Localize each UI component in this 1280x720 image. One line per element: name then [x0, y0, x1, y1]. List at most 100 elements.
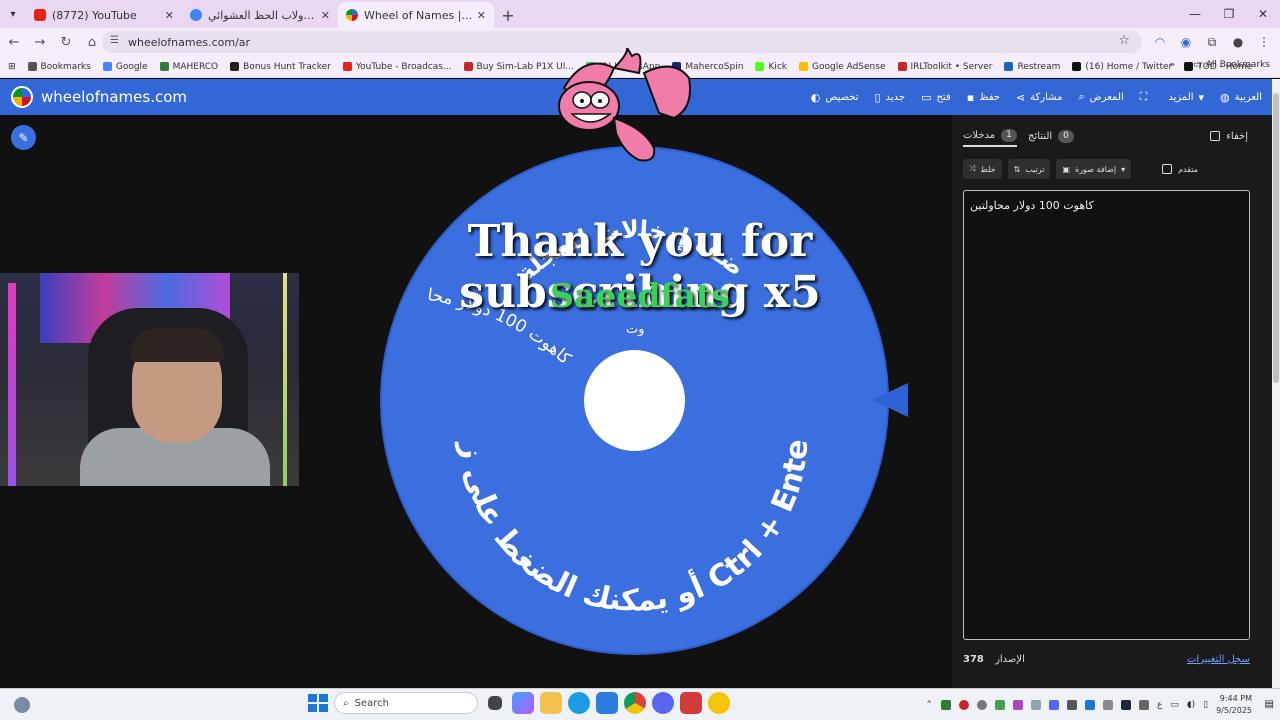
tab-google-search[interactable]: دولاب الحظ العشوائي - Search ✕ — [182, 2, 338, 28]
site-menu-item[interactable]: ▯ جديد — [875, 91, 906, 104]
sort-button[interactable]: ⇅ ترتيب — [1007, 159, 1051, 179]
reload-icon[interactable]: ↻ — [54, 30, 78, 54]
site-name[interactable]: wheelofnames.com — [41, 88, 187, 106]
puzzle-icon[interactable]: ⧉ — [1202, 30, 1222, 54]
bookmark-item[interactable]: Google AdSense — [799, 62, 886, 72]
advanced-toggle[interactable]: متقدم — [1162, 164, 1198, 174]
new-tab-button[interactable]: + — [494, 2, 522, 28]
entries-textarea[interactable]: كاهوت 100 دولار محاولتين — [963, 190, 1250, 640]
site-menu-item[interactable]: ⋖ مشاركة — [1016, 91, 1063, 104]
back-icon[interactable]: ← — [2, 30, 26, 54]
bluetooth-icon[interactable] — [1084, 700, 1095, 710]
green-tray-icon[interactable] — [994, 700, 1005, 710]
folder-tray-icon[interactable] — [1102, 700, 1113, 710]
site-menu-item[interactable]: ▪ حفظ — [967, 91, 1000, 104]
close-window-icon[interactable]: ✕ — [1246, 0, 1280, 28]
start-button[interactable] — [306, 692, 328, 714]
shuffle-button[interactable]: ⤨ خلط — [963, 159, 1002, 179]
nvidia-icon[interactable] — [940, 700, 951, 710]
bookmark-item[interactable]: Google — [102, 62, 148, 72]
wifi-tray-icon[interactable] — [1030, 700, 1041, 710]
hide-checkbox[interactable] — [1210, 131, 1221, 141]
discord-tray-icon[interactable] — [1048, 700, 1059, 710]
audio-icon[interactable]: ◉ — [1176, 30, 1196, 54]
bookmark-label: (16) Home / Twitter — [1085, 61, 1173, 72]
bookmark-item[interactable]: YouTube - Broadcas... — [342, 62, 452, 72]
panel-footer: 378 الإصدار سجل التغييرات — [963, 651, 1250, 667]
bookmark-item[interactable]: IRLToolkit • Server — [897, 62, 992, 72]
steam-icon[interactable] — [1120, 700, 1131, 710]
yellow-app-icon[interactable] — [708, 692, 730, 714]
bookmark-label: Google AdSense — [812, 61, 886, 72]
avatar[interactable]: ● — [1228, 30, 1248, 54]
tab-search-menu-icon[interactable]: ▾ — [0, 0, 26, 28]
app-tray-icon[interactable] — [976, 700, 987, 710]
network-tray-icon[interactable] — [1066, 700, 1077, 710]
tab-wheel-of-names[interactable]: Wheel of Names | دولاب الاسم العشوائي ✕ — [338, 2, 494, 28]
advanced-checkbox[interactable] — [1162, 164, 1173, 174]
file-explorer-icon[interactable] — [540, 692, 562, 714]
bookmark-item[interactable]: (16) Home / Twitter — [1072, 62, 1172, 72]
network-icon[interactable]: ▭ — [1170, 700, 1179, 710]
store-icon[interactable] — [596, 692, 618, 714]
close-icon[interactable]: ✕ — [165, 9, 174, 22]
cartoon-character — [558, 48, 691, 162]
tab-entries[interactable]: مدخلات 1 — [963, 125, 1017, 147]
tab-title: Wheel of Names | دولاب الاسم العشوائي — [364, 8, 473, 22]
discord-icon[interactable] — [652, 692, 674, 714]
language-indicator[interactable]: ع — [1157, 700, 1162, 710]
tab-results[interactable]: النتائج 0 — [1028, 125, 1074, 147]
forward-icon[interactable]: → — [28, 30, 52, 54]
chrome-icon[interactable] — [624, 692, 646, 714]
shuffle-label: خلط — [980, 164, 996, 174]
edit-pencil-icon[interactable]: ✎ — [11, 125, 36, 150]
menu-icon[interactable]: ⋮ — [1254, 30, 1274, 54]
taskbar-search[interactable]: ⌕ Search — [334, 692, 478, 714]
site-menu-item[interactable]: ⌕ المعرض — [1078, 90, 1123, 104]
notification-icon[interactable]: ▤ — [1265, 699, 1274, 710]
apps-icon[interactable]: ⊞ — [8, 62, 16, 72]
scrollbar-thumb[interactable] — [1273, 93, 1279, 383]
tray-overflow-icon[interactable]: ⌃ — [925, 700, 933, 710]
widgets-icon[interactable] — [14, 697, 30, 713]
battery-icon[interactable]: ▯ — [1203, 700, 1208, 710]
edge-icon[interactable] — [568, 692, 590, 714]
site-info-icon[interactable]: ☰ — [110, 35, 119, 46]
bookmark-item[interactable]: Bookmarks — [27, 62, 91, 72]
copilot-icon[interactable] — [512, 692, 534, 714]
site-logo[interactable] — [11, 86, 33, 108]
close-icon[interactable]: ✕ — [477, 9, 486, 22]
add-image-button[interactable]: ▣ إضافة صورة ▾ — [1056, 159, 1132, 179]
site-menu-item[interactable]: ◐ تخصيص — [811, 91, 859, 104]
volume-icon[interactable]: ◖) — [1187, 700, 1195, 710]
task-view-icon[interactable] — [488, 696, 502, 710]
close-icon[interactable]: ✕ — [321, 9, 330, 22]
page-scrollbar[interactable] — [1272, 79, 1280, 688]
extension-icon[interactable]: ◠ — [1150, 30, 1170, 54]
record-icon[interactable] — [958, 700, 969, 710]
site-menu-label: تخصيص — [825, 91, 859, 103]
chevron-right-icon[interactable]: » — [1170, 60, 1176, 70]
bookmark-item[interactable]: Restream — [1004, 62, 1060, 72]
version-label: الإصدار — [995, 653, 1025, 665]
all-bookmarks[interactable]: » ▭ All Bookmarks — [1170, 60, 1270, 70]
site-menu-item[interactable]: ▭ فتح — [921, 91, 951, 104]
clock[interactable]: 9:44 PM 9/5/2025 — [1216, 693, 1252, 717]
bookmark-star-icon[interactable]: ☆ — [1118, 33, 1130, 48]
site-menu-item[interactable]: ⛶ — [1140, 90, 1153, 104]
bookmark-item[interactable]: MAHERCO — [159, 62, 218, 72]
streaming-app-icon[interactable] — [680, 692, 702, 714]
mic-icon[interactable] — [1138, 700, 1149, 710]
home-icon[interactable]: ⌂ — [80, 30, 104, 54]
minimize-icon[interactable]: — — [1178, 0, 1212, 28]
site-menu-item[interactable]: المزيد ▾ — [1168, 91, 1204, 104]
changelog-link[interactable]: سجل التغييرات — [1187, 654, 1250, 665]
tab-youtube[interactable]: (8772) YouTube ✕ — [26, 2, 182, 28]
hide-panel-toggle[interactable]: إخفاء — [1210, 125, 1248, 147]
restore-icon[interactable]: ❐ — [1212, 0, 1246, 28]
bookmark-item[interactable]: Bonus Hunt Tracker — [230, 62, 331, 72]
bookmark-label: Kick — [768, 61, 787, 72]
bookmark-item[interactable]: Kick — [755, 62, 787, 72]
color-tray-icon[interactable] — [1012, 700, 1023, 710]
site-menu-item[interactable]: ◍ العربية — [1220, 91, 1262, 104]
